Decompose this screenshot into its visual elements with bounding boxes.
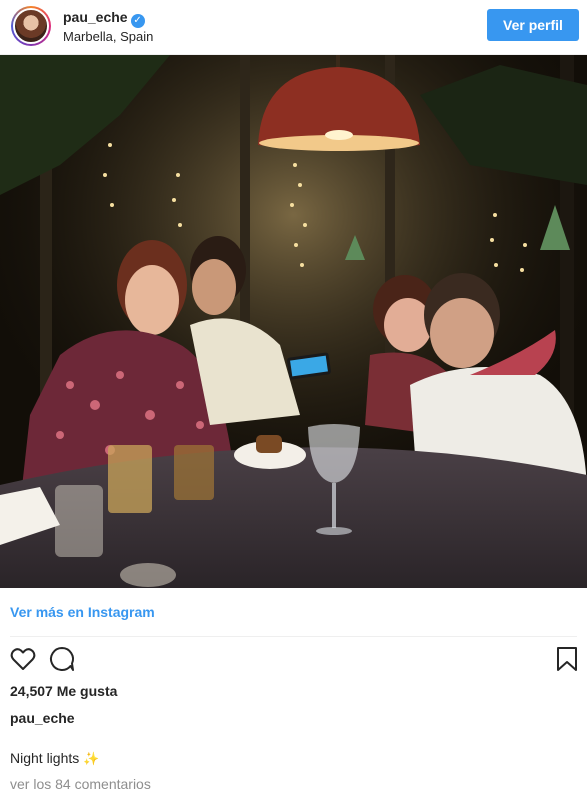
view-more-instagram-link[interactable]: Ver más en Instagram: [10, 604, 155, 620]
username-link[interactable]: pau_eche ✓: [63, 9, 145, 28]
avatar[interactable]: [11, 6, 51, 46]
username-text: pau_eche: [63, 9, 128, 25]
caption-username[interactable]: pau_eche: [10, 710, 75, 726]
post-photo[interactable]: [0, 55, 587, 588]
restaurant-night-photo: [0, 55, 587, 588]
view-profile-button[interactable]: Ver perfil: [487, 9, 579, 41]
verified-badge-icon: ✓: [130, 14, 145, 28]
avatar-image: [13, 8, 49, 44]
caption: Night lights ✨: [10, 750, 99, 767]
comment-icon[interactable]: [48, 645, 76, 673]
post-header: pau_eche ✓ Marbella, Spain Ver perfil: [0, 0, 587, 55]
save-bookmark-icon[interactable]: [553, 645, 581, 673]
caption-text: Night lights: [10, 750, 80, 766]
likes-count[interactable]: 24,507 Me gusta: [10, 683, 117, 699]
like-heart-icon[interactable]: [9, 645, 37, 673]
sparkles-icon: ✨: [83, 751, 100, 766]
location-link[interactable]: Marbella, Spain: [63, 29, 153, 44]
divider: [10, 636, 577, 637]
view-comments-link[interactable]: ver los 84 comentarios: [10, 776, 151, 792]
